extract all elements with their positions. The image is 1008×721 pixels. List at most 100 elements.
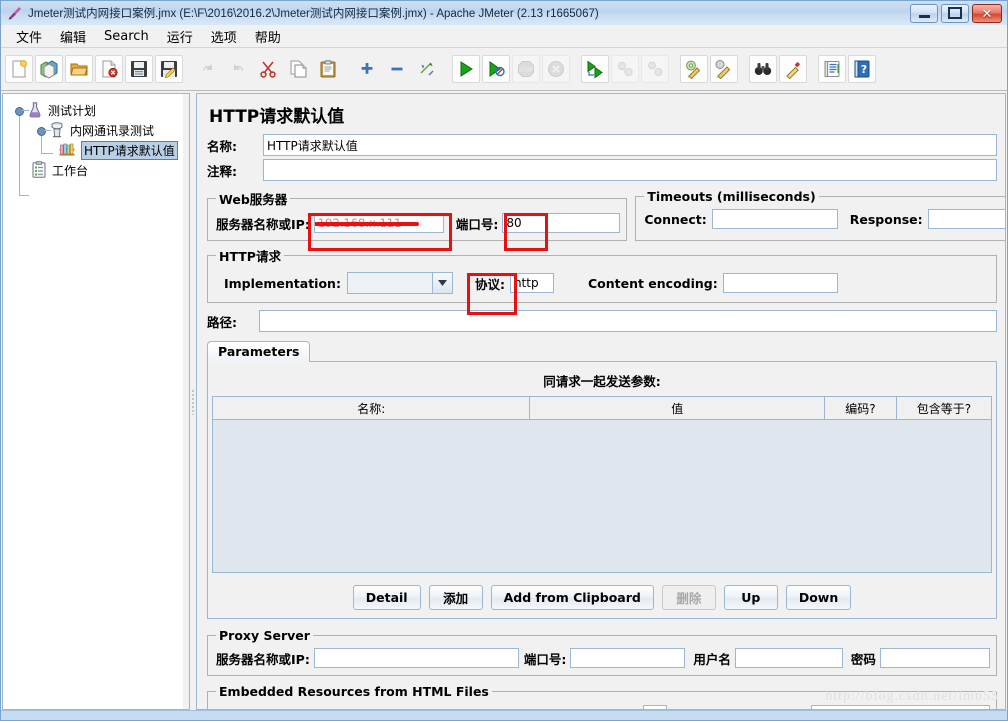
workbench-icon [30, 161, 48, 179]
tree-node-label: 内网通讯录测试 [70, 123, 155, 138]
tree-node-test-plan[interactable]: 测试计划 [9, 100, 187, 120]
urls-must-match-input[interactable] [810, 705, 990, 709]
parameters-title: 同请求一起发送参数: [543, 374, 661, 389]
search-binoculars-icon[interactable] [749, 55, 777, 83]
shutdown-remote-all-icon[interactable] [641, 55, 669, 83]
proxy-password-input[interactable] [879, 648, 990, 668]
add-from-clipboard-button[interactable]: Add from Clipboard [490, 585, 654, 610]
save-as-icon[interactable] [155, 55, 183, 83]
collapse-all-minus-icon[interactable] [383, 55, 411, 83]
response-input[interactable] [927, 209, 1005, 229]
implementation-value [348, 273, 432, 293]
comment-input[interactable] [263, 159, 997, 181]
port-input[interactable]: 80 [502, 213, 621, 233]
menu-run[interactable]: 运行 [158, 25, 202, 48]
column-header-encode[interactable]: 编码? [823, 396, 897, 420]
tab-parameters[interactable]: Parameters [207, 341, 311, 362]
function-helper-icon[interactable] [818, 55, 846, 83]
tree-scrollbar[interactable] [183, 94, 189, 709]
close-button[interactable]: ✕ [972, 3, 1002, 23]
pool-size-input[interactable]: 4 [642, 705, 667, 709]
menu-search[interactable]: Search [95, 27, 158, 46]
menu-help[interactable]: 帮助 [246, 25, 290, 48]
new-document-icon[interactable] [5, 55, 33, 83]
web-server-group: Web服务器 服务器名称或IP: 192.168.x.111 端口号: 80 [207, 189, 628, 251]
open-folder-icon[interactable] [65, 55, 93, 83]
menu-edit[interactable]: 编辑 [51, 25, 95, 48]
http-request-legend: HTTP请求 [219, 249, 281, 264]
proxy-server-fields: 服务器名称或IP: 端口号: 用户名 密码 [216, 648, 990, 668]
parameters-table-body[interactable] [212, 420, 992, 573]
column-header-include-equals[interactable]: 包含等于? [895, 396, 993, 420]
proxy-port-input[interactable] [570, 648, 686, 668]
clear-icon[interactable] [680, 55, 708, 83]
down-button[interactable]: Down [785, 585, 852, 610]
comment-row: 注释: [207, 159, 997, 181]
tree-node-label: 测试计划 [48, 103, 97, 118]
connect-input[interactable] [711, 209, 838, 229]
save-icon[interactable] [125, 55, 153, 83]
svg-text:?: ? [861, 63, 867, 76]
redo-icon[interactable] [224, 55, 252, 83]
menu-file[interactable]: 文件 [7, 25, 51, 48]
table-header-row: 名称: 值 编码? 包含等于? [211, 396, 993, 420]
expand-all-plus-icon[interactable] [353, 55, 381, 83]
content-encoding-label: Content encoding: [587, 275, 718, 291]
clear-all-icon[interactable] [710, 55, 738, 83]
copy-icon[interactable] [284, 55, 312, 83]
proxy-server-input[interactable] [313, 648, 519, 668]
proxy-password-label: 密码 [850, 651, 876, 667]
urls-must-match-label: URLs must match: [677, 708, 805, 710]
column-header-value[interactable]: 值 [529, 396, 825, 420]
up-button[interactable]: Up [723, 585, 778, 610]
column-header-name[interactable]: 名称: [211, 396, 531, 420]
stop-icon[interactable]: STOP [512, 55, 540, 83]
expand-toggle-icon[interactable] [36, 125, 51, 136]
close-document-icon[interactable] [95, 55, 123, 83]
detail-button[interactable]: Detail [352, 585, 421, 610]
content-encoding-input[interactable] [722, 273, 838, 293]
start-remote-all-icon[interactable] [581, 55, 609, 83]
cut-scissors-icon[interactable] [254, 55, 282, 83]
response-label: Response: [849, 211, 923, 227]
proxy-username-input[interactable] [734, 648, 843, 668]
reset-search-icon[interactable] [779, 55, 807, 83]
start-play-icon[interactable] [452, 55, 480, 83]
concurrent-pool-checkbox[interactable] [435, 709, 447, 710]
tree-node-http-defaults[interactable]: HTTP请求默认值 [9, 140, 187, 160]
web-server-legend: Web服务器 [219, 192, 288, 207]
tree-node-label: 工作台 [52, 163, 89, 178]
server-name-input[interactable]: 192.168.x.111 [313, 213, 444, 233]
start-no-pauses-icon[interactable] [482, 55, 510, 83]
timeouts-group: Timeouts (milliseconds) Connect: Respons… [635, 189, 1005, 241]
svg-text:STOP: STOP [519, 68, 534, 74]
shutdown-icon[interactable] [542, 55, 570, 83]
templates-icon[interactable] [35, 55, 63, 83]
toolbar: STOP ? [1, 48, 1007, 91]
menu-options[interactable]: 选项 [202, 25, 246, 48]
paste-clipboard-icon[interactable] [314, 55, 342, 83]
add-button[interactable]: 添加 [428, 585, 483, 610]
toggle-icon[interactable] [413, 55, 441, 83]
page-title: HTTP请求默认值 [209, 107, 345, 127]
test-plan-tree[interactable]: 测试计划 内网通讯录测试 HTTP请求默认值 工作台 [2, 93, 190, 710]
expand-toggle-icon[interactable] [14, 105, 29, 116]
comment-label: 注释: [207, 163, 237, 179]
maximize-button[interactable] [941, 3, 969, 23]
name-input[interactable]: HTTP请求默认值 [263, 134, 997, 156]
help-icon[interactable]: ? [848, 55, 876, 83]
undo-icon[interactable] [194, 55, 222, 83]
stop-remote-all-icon[interactable] [611, 55, 639, 83]
tree-node-thread-group[interactable]: 内网通讯录测试 [9, 120, 187, 140]
editor-body: HTTP请求默认值 名称: HTTP请求默认值 注释: Web服务器 服务器名称… [197, 94, 1005, 710]
implementation-select[interactable] [346, 272, 453, 294]
window-title: Jmeter测试内网接口案例.jmx (E:\F\2016\2016.2\Jme… [28, 8, 599, 20]
parameters-buttons: Detail 添加 Add from Clipboard 删除 Up Down [212, 585, 992, 610]
tree-node-workbench[interactable]: 工作台 [9, 160, 187, 180]
protocol-input[interactable]: http [509, 273, 554, 293]
chevron-down-icon[interactable] [431, 273, 452, 293]
minimize-button[interactable] [910, 3, 938, 23]
path-input[interactable] [259, 310, 997, 332]
http-request-group: HTTP请求 Implementation: 协议: http Content … [207, 246, 997, 315]
retrieve-embedded-checkbox[interactable] [216, 709, 228, 710]
